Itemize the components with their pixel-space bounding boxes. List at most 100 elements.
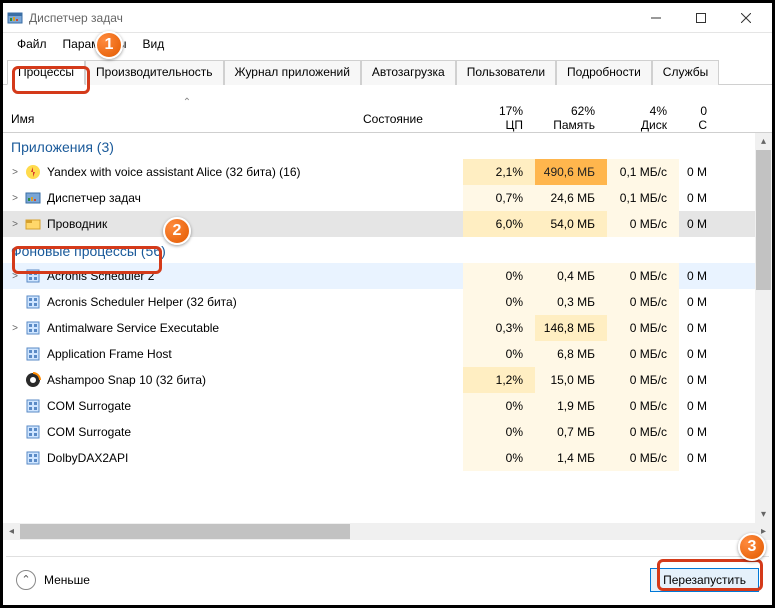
cpu-cell: 0,7%	[463, 185, 535, 211]
mem-cell: 54,0 МБ	[535, 211, 607, 237]
disk-cell: 0 МБ/с	[607, 419, 679, 445]
net-label: С	[679, 118, 707, 132]
tab-startup[interactable]: Автозагрузка	[361, 60, 456, 85]
cpu-cell: 0%	[463, 419, 535, 445]
col-network[interactable]: 0 С	[679, 104, 719, 132]
menu-options[interactable]: Параметры	[55, 35, 135, 53]
menu-file[interactable]: Файл	[9, 35, 55, 53]
table-row[interactable]: DolbyDAX2API0%1,4 МБ0 МБ/с0 М	[3, 445, 772, 471]
mem-cell: 0,4 МБ	[535, 263, 607, 289]
cpu-cell: 0%	[463, 263, 535, 289]
vertical-scrollbar[interactable]: ▴ ▾	[755, 133, 772, 523]
expand-icon[interactable]: >	[7, 167, 23, 178]
cpu-percent: 17%	[463, 104, 523, 118]
disk-cell: 0 МБ/с	[607, 289, 679, 315]
horizontal-scrollbar[interactable]: ◂ ▸	[3, 523, 772, 540]
net-cell: 0 М	[679, 419, 719, 445]
win-icon	[25, 346, 41, 362]
expand-icon[interactable]: >	[7, 271, 23, 282]
net-cell: 0 М	[679, 341, 719, 367]
column-headers: ⌃ Имя Состояние 17% ЦП 62% Память 4% Дис…	[3, 85, 772, 133]
cpu-cell: 0%	[463, 341, 535, 367]
col-disk[interactable]: 4% Диск	[607, 104, 679, 132]
col-cpu[interactable]: 17% ЦП	[463, 104, 535, 132]
disk-cell: 0,1 МБ/с	[607, 185, 679, 211]
process-name: COM Surrogate	[47, 399, 131, 413]
mem-cell: 15,0 МБ	[535, 367, 607, 393]
win-icon	[25, 424, 41, 440]
tab-details[interactable]: Подробности	[556, 60, 652, 85]
tab-processes[interactable]: Процессы	[7, 60, 85, 85]
table-row[interactable]: >Диспетчер задач0,7%24,6 МБ0,1 МБ/с0 М	[3, 185, 772, 211]
process-name: Antimalware Service Executable	[47, 321, 219, 335]
disk-label: Диск	[607, 118, 667, 132]
disk-percent: 4%	[607, 104, 667, 118]
net-cell: 0 М	[679, 159, 719, 185]
net-cell: 0 М	[679, 289, 719, 315]
col-name[interactable]: ⌃ Имя	[3, 97, 363, 132]
titlebar: Диспетчер задач	[3, 3, 772, 33]
cpu-cell: 0%	[463, 393, 535, 419]
scroll-right-icon[interactable]: ▸	[755, 526, 772, 537]
expand-icon[interactable]: >	[7, 219, 23, 230]
mem-label: Память	[535, 118, 595, 132]
win-icon	[25, 268, 41, 284]
cpu-label: ЦП	[463, 118, 523, 132]
disk-cell: 0 МБ/с	[607, 341, 679, 367]
minimize-button[interactable]	[633, 3, 678, 33]
col-memory[interactable]: 62% Память	[535, 104, 607, 132]
mem-cell: 146,8 МБ	[535, 315, 607, 341]
cpu-cell: 2,1%	[463, 159, 535, 185]
footer: ⌃ Меньше Перезапустить	[6, 556, 769, 602]
hscroll-thumb[interactable]	[20, 524, 350, 539]
tab-performance[interactable]: Производительность	[85, 60, 223, 85]
disk-cell: 0,1 МБ/с	[607, 159, 679, 185]
net-cell: 0 М	[679, 263, 719, 289]
scroll-left-icon[interactable]: ◂	[3, 526, 20, 537]
col-name-label: Имя	[11, 112, 34, 126]
table-row[interactable]: >Antimalware Service Executable0,3%146,8…	[3, 315, 772, 341]
close-button[interactable]	[723, 3, 768, 33]
tab-services[interactable]: Службы	[652, 60, 719, 85]
tab-app-history[interactable]: Журнал приложений	[224, 60, 361, 85]
process-name: DolbyDAX2API	[47, 451, 128, 465]
table-row[interactable]: Application Frame Host0%6,8 МБ0 МБ/с0 М	[3, 341, 772, 367]
table-row[interactable]: Ashampoo Snap 10 (32 бита)1,2%15,0 МБ0 М…	[3, 367, 772, 393]
table-row[interactable]: >Проводник6,0%54,0 МБ0 МБ/с0 М	[3, 211, 772, 237]
expand-icon[interactable]: >	[7, 193, 23, 204]
scroll-thumb[interactable]	[756, 150, 771, 290]
col-status-label: Состояние	[363, 112, 423, 126]
tab-users[interactable]: Пользователи	[456, 60, 556, 85]
mem-cell: 1,9 МБ	[535, 393, 607, 419]
sort-indicator-icon: ⌃	[11, 97, 363, 112]
table-row[interactable]: >Acronis Scheduler 20%0,4 МБ0 МБ/с0 М	[3, 263, 772, 289]
maximize-button[interactable]	[678, 3, 723, 33]
menu-view[interactable]: Вид	[134, 35, 172, 53]
disk-cell: 0 МБ/с	[607, 211, 679, 237]
col-status[interactable]: Состояние	[363, 112, 463, 132]
win-icon	[25, 294, 41, 310]
mem-percent: 62%	[535, 104, 595, 118]
net-cell: 0 М	[679, 367, 719, 393]
scroll-down-icon[interactable]: ▾	[755, 506, 772, 523]
tabstrip: Процессы Производительность Журнал прило…	[3, 59, 772, 85]
mem-cell: 0,3 МБ	[535, 289, 607, 315]
restart-button[interactable]: Перезапустить	[650, 568, 759, 592]
table-row[interactable]: Acronis Scheduler Helper (32 бита)0%0,3 …	[3, 289, 772, 315]
scroll-up-icon[interactable]: ▴	[755, 133, 772, 150]
menubar: Файл Параметры Вид	[3, 33, 772, 55]
fewer-label: Меньше	[44, 573, 90, 587]
fewer-details-button[interactable]: ⌃ Меньше	[16, 570, 90, 590]
app-icon	[7, 10, 23, 26]
process-list: ▴ ▾ Приложения (3) > Yandex with voice as…	[3, 133, 772, 523]
group-apps[interactable]: Приложения (3)	[3, 133, 772, 159]
process-name: Application Frame Host	[47, 347, 172, 361]
table-row[interactable]: > Yandex with voice assistant Alice (32 б…	[3, 159, 772, 185]
table-row[interactable]: COM Surrogate0%1,9 МБ0 МБ/с0 М	[3, 393, 772, 419]
net-cell: 0 М	[679, 315, 719, 341]
expand-icon[interactable]: >	[7, 323, 23, 334]
process-name: Yandex with voice assistant Alice (32 би…	[47, 165, 301, 179]
group-background[interactable]: Фоновые процессы (56)	[3, 237, 772, 263]
process-name: Ashampoo Snap 10 (32 бита)	[47, 373, 206, 387]
table-row[interactable]: COM Surrogate0%0,7 МБ0 МБ/с0 М	[3, 419, 772, 445]
